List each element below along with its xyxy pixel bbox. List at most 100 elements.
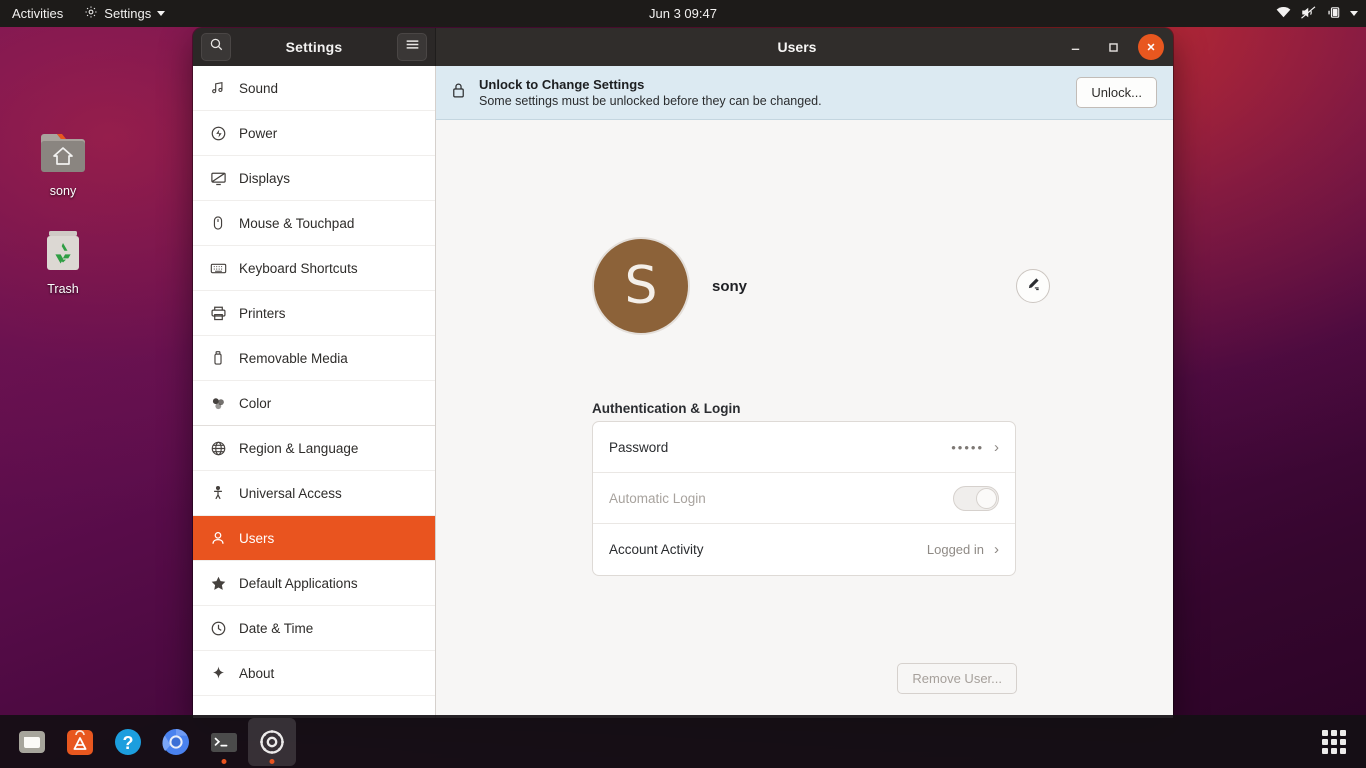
- dock-item-help[interactable]: ?: [104, 718, 152, 766]
- unlock-banner-text: Unlock to Change Settings Some settings …: [479, 77, 1064, 108]
- star-icon: [209, 574, 227, 592]
- search-button[interactable]: [201, 33, 231, 61]
- unlock-banner-subtitle: Some settings must be unlocked before th…: [479, 94, 822, 108]
- sparkle-icon: [209, 664, 227, 682]
- toggle-knob: [976, 487, 997, 509]
- row-account-activity[interactable]: Account Activity Logged in ›: [593, 524, 1015, 575]
- sidebar-item-about[interactable]: About: [193, 651, 435, 696]
- sidebar-item-removable-media[interactable]: Removable Media: [193, 336, 435, 381]
- sidebar-item-label: Displays: [239, 170, 291, 186]
- unlock-button[interactable]: Unlock...: [1076, 77, 1157, 108]
- password-masked-value: •••••: [951, 439, 984, 455]
- sidebar-item-label: Date & Time: [239, 620, 314, 636]
- hamburger-menu-icon: [405, 38, 420, 56]
- activities-label: Activities: [12, 6, 64, 21]
- dock: ?: [0, 715, 1366, 768]
- dock-item-ubuntu-software[interactable]: [56, 718, 104, 766]
- edit-user-button[interactable]: [1016, 269, 1050, 303]
- sidebar-scroll-area: Sound Power Displays Mouse & Touchpad Ke…: [193, 66, 435, 696]
- keyboard-icon: [209, 259, 227, 277]
- row-automatic-login: Automatic Login: [593, 473, 1015, 524]
- main-header: Users: [436, 28, 1173, 66]
- maximize-button[interactable]: [1100, 34, 1126, 60]
- chevron-right-icon: ›: [994, 541, 999, 558]
- desktop-icon-label: Trash: [47, 282, 79, 296]
- globe-icon: [209, 439, 227, 457]
- desktop-icon-home[interactable]: sony: [18, 130, 108, 198]
- top-bar-left: Activities Settings: [0, 0, 174, 27]
- sidebar-item-label: Color: [239, 395, 272, 411]
- mouse-icon: [209, 214, 227, 232]
- search-icon: [209, 37, 224, 57]
- app-menu-button[interactable]: Settings: [75, 0, 174, 27]
- sidebar-item-printers[interactable]: Printers: [193, 291, 435, 336]
- volume-muted-icon: [1300, 5, 1318, 23]
- sidebar-item-label: Removable Media: [239, 350, 348, 366]
- sidebar-item-sound[interactable]: Sound: [193, 66, 435, 111]
- sidebar-item-color[interactable]: Color: [193, 381, 435, 426]
- running-indicator-dot: [269, 758, 275, 764]
- sidebar-title: Settings: [285, 39, 343, 55]
- running-indicator-dot: [221, 758, 227, 764]
- window-title: Users: [777, 39, 817, 55]
- power-icon: [209, 124, 227, 142]
- username-label: sony: [712, 277, 748, 295]
- desktop-icon-trash[interactable]: Trash: [18, 228, 108, 296]
- sidebar-item-date-time[interactable]: Date & Time: [193, 606, 435, 651]
- sidebar-item-keyboard-shortcuts[interactable]: Keyboard Shortcuts: [193, 246, 435, 291]
- accessibility-icon: [209, 484, 227, 502]
- sidebar-item-mouse-touchpad[interactable]: Mouse & Touchpad: [193, 201, 435, 246]
- printer-icon: [209, 304, 227, 322]
- sidebar-item-displays[interactable]: Displays: [193, 156, 435, 201]
- app-grid-icon: [1322, 729, 1346, 754]
- sidebar-item-label: Power: [239, 125, 278, 141]
- desktop-icon-label: sony: [49, 184, 77, 198]
- clock[interactable]: Jun 3 09:47: [0, 0, 1366, 27]
- auth-settings-list: Password ••••• › Automatic Login Account…: [592, 421, 1016, 576]
- dock-item-chromium[interactable]: [152, 718, 200, 766]
- main-menu-button[interactable]: [397, 33, 427, 61]
- avatar[interactable]: S: [592, 237, 690, 335]
- minimize-button[interactable]: [1062, 34, 1088, 60]
- app-menu-label: Settings: [104, 6, 152, 21]
- sidebar-item-users[interactable]: Users: [193, 516, 435, 561]
- sidebar-item-default-applications[interactable]: Default Applications: [193, 561, 435, 606]
- pencil-edit-icon: [1026, 276, 1041, 296]
- chevron-down-icon[interactable]: [1350, 11, 1358, 16]
- usb-drive-icon: [209, 349, 227, 367]
- close-button[interactable]: [1138, 34, 1164, 60]
- sidebar-header: Settings: [193, 28, 436, 66]
- row-label: Account Activity: [609, 542, 704, 557]
- settings-window: Settings Users Sound Power Displays Mous…: [193, 28, 1173, 718]
- lock-icon: [450, 81, 467, 105]
- sidebar-item-label: Default Applications: [239, 575, 358, 591]
- remove-user-button[interactable]: Remove User...: [897, 663, 1017, 694]
- section-title: Authentication & Login: [592, 401, 741, 416]
- dock-item-settings[interactable]: [248, 717, 296, 766]
- sidebar-item-label: Printers: [239, 305, 286, 321]
- sidebar-item-label: Users: [239, 530, 275, 546]
- sidebar-item-label: Mouse & Touchpad: [239, 215, 355, 231]
- show-applications-button[interactable]: [1310, 718, 1358, 766]
- sidebar-item-region-language[interactable]: Region & Language: [193, 426, 435, 471]
- users-panel: Unlock to Change Settings Some settings …: [436, 66, 1173, 718]
- dock-item-files[interactable]: [8, 718, 56, 766]
- color-icon: [209, 394, 227, 412]
- window-controls: [1062, 34, 1164, 60]
- settings-sidebar[interactable]: Sound Power Displays Mouse & Touchpad Ke…: [193, 66, 436, 718]
- chevron-right-icon: ›: [994, 438, 999, 456]
- automatic-login-toggle[interactable]: [953, 485, 999, 511]
- sidebar-item-power[interactable]: Power: [193, 111, 435, 156]
- account-activity-value: Logged in: [926, 542, 984, 557]
- user-header: S sony: [592, 237, 1050, 335]
- wifi-icon: [1275, 5, 1292, 22]
- sidebar-item-universal-access[interactable]: Universal Access: [193, 471, 435, 516]
- top-bar: Activities Settings Jun 3 09:47: [0, 0, 1366, 27]
- dock-item-terminal[interactable]: [200, 718, 248, 766]
- row-password[interactable]: Password ••••• ›: [593, 422, 1015, 473]
- row-label: Automatic Login: [609, 490, 706, 506]
- users-content-area: S sony Authentication & Login Password •…: [436, 120, 1173, 718]
- sidebar-item-label: Universal Access: [239, 485, 342, 501]
- system-status-area[interactable]: [1275, 0, 1358, 27]
- activities-button[interactable]: Activities: [0, 0, 75, 27]
